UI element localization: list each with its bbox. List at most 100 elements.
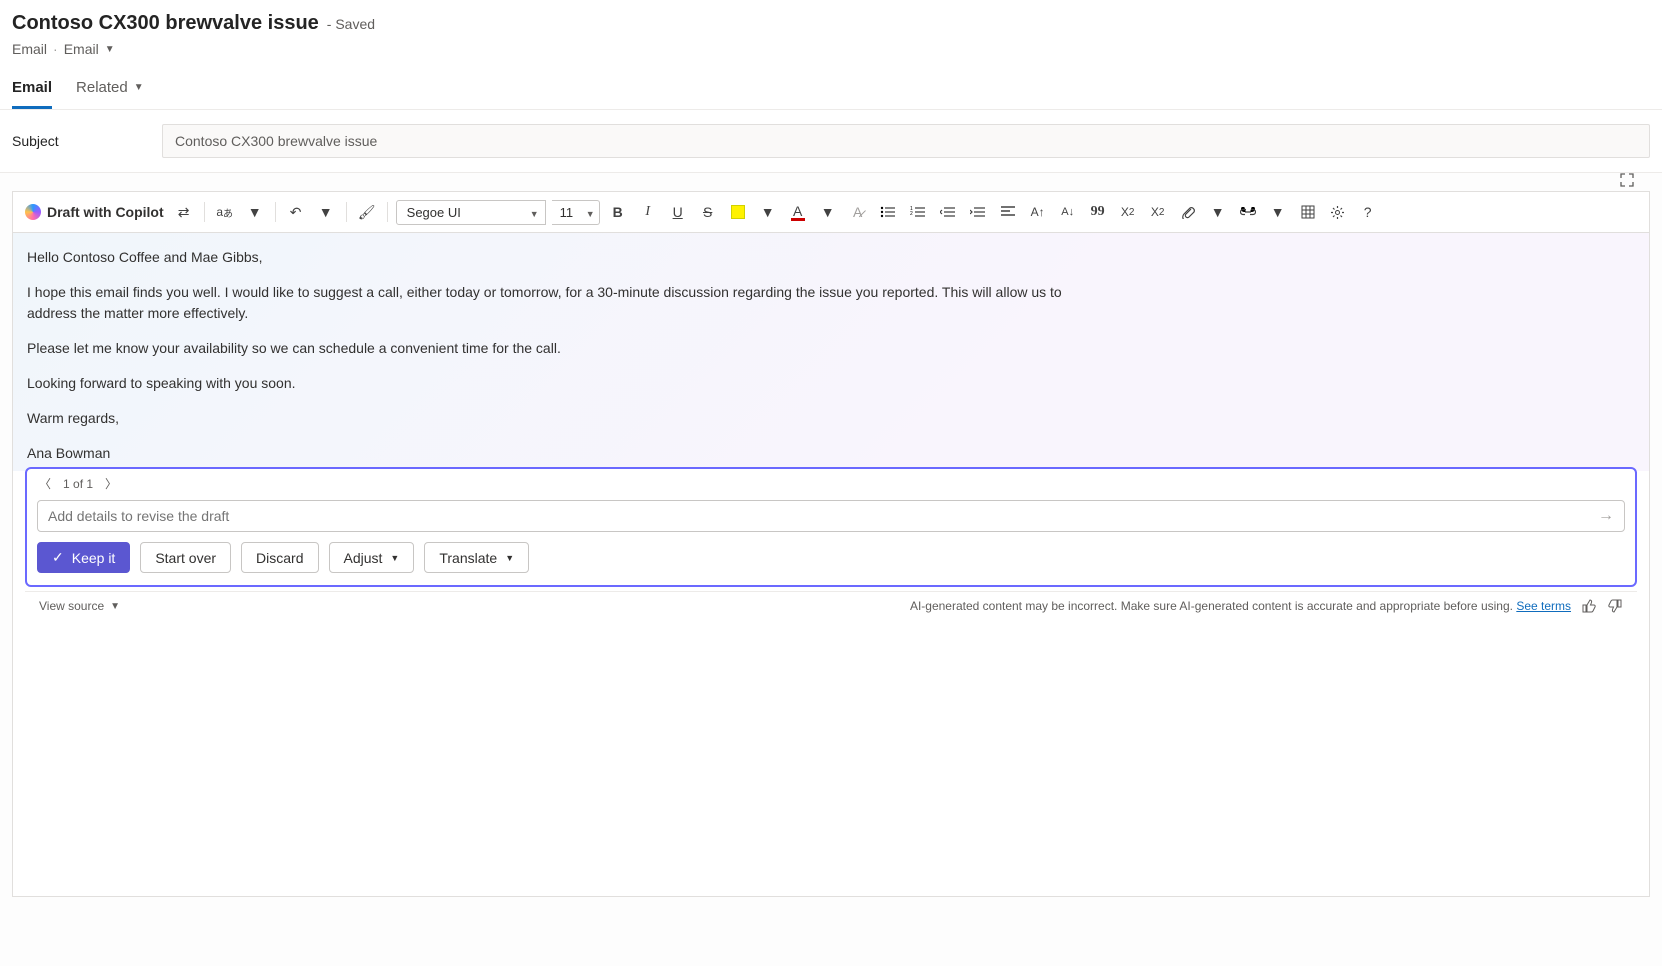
toolbar-sep [275,202,276,222]
toolbar-sep [204,202,205,222]
align-button[interactable] [996,198,1020,226]
copilot-options-icon[interactable]: ⇄ [172,198,196,226]
saved-status: - Saved [327,16,375,32]
chevron-down-icon[interactable]: ▼ [105,44,115,55]
check-icon: ✓ [52,549,64,566]
attach-button[interactable] [1176,198,1200,226]
copilot-icon [25,204,41,220]
copilot-nav: 〈 1 of 1 〉 [27,469,1635,496]
decrease-font-button[interactable]: A↓ [1056,198,1080,226]
expand-icon[interactable] [1619,172,1635,188]
revise-input-wrap: → [37,500,1625,532]
view-source-button[interactable]: View source ▼ [39,599,120,613]
subject-row: Subject Contoso CX300 brewvalve issue [0,110,1662,173]
subscript-button[interactable]: X2 [1116,198,1140,226]
tabs: Email Related ▼ [12,71,1650,109]
strikethrough-button[interactable]: S [696,198,720,226]
page-header: Contoso CX300 brewvalve issue - Saved Em… [0,0,1662,110]
chevron-down-icon: ▼ [530,209,539,219]
chevron-down-icon: ▼ [390,553,399,563]
font-size-select[interactable]: 11 ▼ [552,200,600,225]
body-line: Please let me know your availability so … [27,338,1087,359]
thumbs-up-icon[interactable] [1581,598,1597,614]
chevron-down-icon[interactable]: ▼ [314,198,338,226]
keep-label: Keep it [72,550,116,566]
body-line: I hope this email finds you well. I woul… [27,282,1087,324]
increase-font-button[interactable]: A↑ [1026,198,1050,226]
highlight-button[interactable] [726,198,750,226]
breadcrumb-current[interactable]: Email [64,41,99,57]
discard-button[interactable]: Discard [241,542,318,573]
superscript-button[interactable]: X2 [1146,198,1170,226]
font-size-value: 11 [560,205,574,220]
italic-button[interactable]: I [636,198,660,226]
font-color-button[interactable]: A [786,198,810,226]
revise-input[interactable] [48,508,1598,524]
start-over-button[interactable]: Start over [140,542,231,573]
copilot-panel: 〈 1 of 1 〉 → ✓ Keep it Start over Discar… [25,467,1637,587]
chevron-down-icon: ▼ [586,209,595,219]
adjust-label: Adjust [344,550,383,566]
font-family-value: Segoe UI [407,205,461,220]
email-editor: Draft with Copilot ⇄ aあ ▼ ↶ ▼ 🖌 Segoe UI… [12,191,1650,897]
page-title: Contoso CX300 brewvalve issue [12,12,319,35]
bullet-list-button[interactable] [876,198,900,226]
ai-disclaimer: AI-generated content may be incorrect. M… [910,599,1571,613]
body-line: Hello Contoso Coffee and Mae Gibbs, [27,247,1087,268]
number-list-button[interactable]: 12 [906,198,930,226]
chevron-down-icon: ▼ [134,82,144,93]
keep-it-button[interactable]: ✓ Keep it [37,542,130,573]
draft-counter: 1 of 1 [63,477,93,491]
copilot-footer: View source ▼ AI-generated content may b… [25,591,1637,620]
settings-icon[interactable] [1326,198,1350,226]
adjust-button[interactable]: Adjust ▼ [329,542,415,573]
chevron-down-icon: ▼ [505,553,514,563]
undo-icon[interactable]: ↶ [284,198,308,226]
language-icon[interactable]: aあ [213,198,237,226]
body-line: Warm regards, [27,408,1087,429]
thumbs-down-icon[interactable] [1607,598,1623,614]
view-source-label: View source [39,599,104,613]
subject-label: Subject [12,133,142,149]
prev-draft-button[interactable]: 〈 [35,475,55,492]
chevron-down-icon[interactable]: ▼ [756,198,780,226]
clear-format-button[interactable]: A̷ [846,198,870,226]
breadcrumb: Email · Email ▼ [12,41,1650,57]
outdent-button[interactable] [936,198,960,226]
chevron-down-icon: ▼ [110,601,120,612]
see-terms-link[interactable]: See terms [1516,599,1571,613]
format-painter-icon[interactable]: 🖌 [355,198,379,226]
email-body[interactable]: Hello Contoso Coffee and Mae Gibbs, I ho… [13,233,1649,471]
link-button[interactable] [1236,198,1260,226]
indent-button[interactable] [966,198,990,226]
toolbar-sep [346,202,347,222]
body-line: Looking forward to speaking with you soo… [27,373,1087,394]
body-line: Ana Bowman [27,443,1087,464]
tab-email[interactable]: Email [12,71,52,109]
tab-related[interactable]: Related ▼ [76,71,144,109]
chevron-down-icon[interactable]: ▼ [1266,198,1290,226]
help-icon[interactable]: ? [1356,198,1380,226]
chevron-down-icon[interactable]: ▼ [816,198,840,226]
copilot-actions: ✓ Keep it Start over Discard Adjust ▼ Tr… [27,542,1635,585]
breadcrumb-sep: · [53,41,58,57]
translate-button[interactable]: Translate ▼ [424,542,529,573]
toolbar-sep [387,202,388,222]
chevron-down-icon[interactable]: ▼ [243,198,267,226]
breadcrumb-root[interactable]: Email [12,41,47,57]
underline-button[interactable]: U [666,198,690,226]
quote-button[interactable]: 99 [1086,198,1110,226]
tab-related-label: Related [76,79,128,96]
font-family-select[interactable]: Segoe UI ▼ [396,200,546,225]
table-button[interactable] [1296,198,1320,226]
subject-field[interactable]: Contoso CX300 brewvalve issue [162,124,1650,158]
svg-text:2: 2 [910,211,913,217]
draft-with-copilot-button[interactable]: Draft with Copilot [23,204,166,220]
send-icon[interactable]: → [1598,507,1614,525]
copilot-label: Draft with Copilot [47,204,164,220]
editor-toolbar: Draft with Copilot ⇄ aあ ▼ ↶ ▼ 🖌 Segoe UI… [13,192,1649,233]
translate-label: Translate [439,550,497,566]
bold-button[interactable]: B [606,198,630,226]
next-draft-button[interactable]: 〉 [101,475,121,492]
chevron-down-icon[interactable]: ▼ [1206,198,1230,226]
